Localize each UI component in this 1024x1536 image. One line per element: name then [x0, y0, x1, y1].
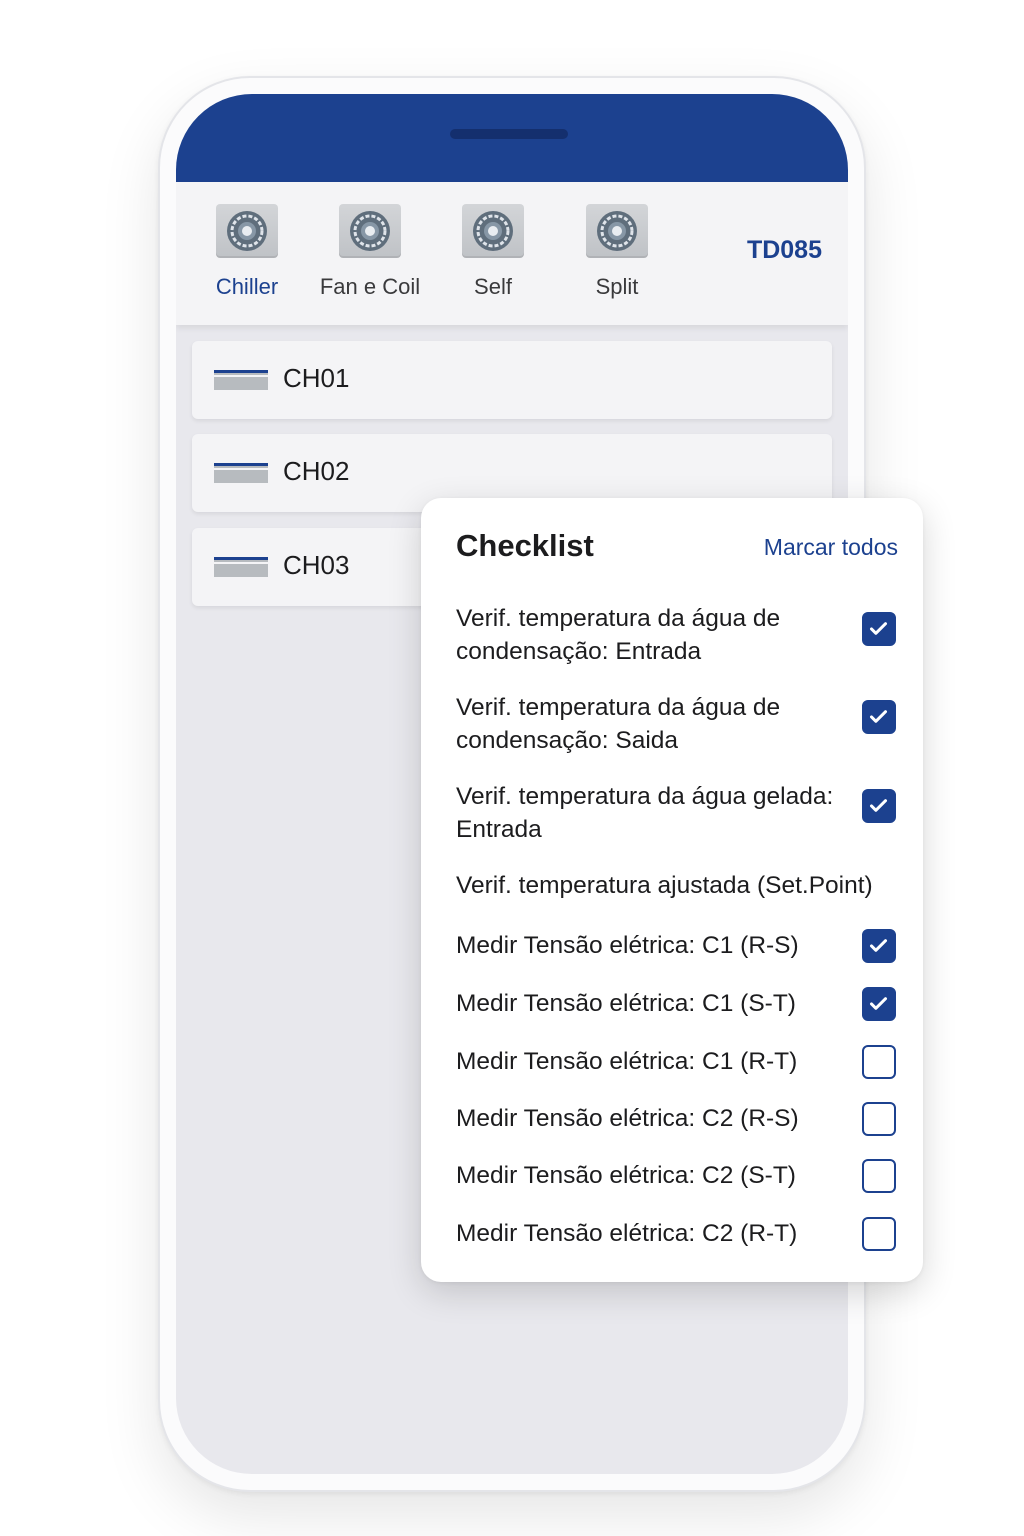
equipment-icon	[214, 557, 268, 577]
category-label: Split	[595, 274, 639, 299]
checkmark-icon	[870, 799, 887, 812]
unit-label: CH02	[283, 456, 350, 486]
mark-all-button[interactable]: Marcar todos	[764, 534, 898, 561]
fan-unit-icon	[462, 204, 524, 258]
checkbox[interactable]	[862, 929, 896, 963]
checkmark-icon	[870, 622, 887, 635]
category-label: Self	[474, 274, 512, 299]
category-tab-fan-e-coil[interactable]: Fan e Coil	[310, 204, 430, 300]
top-bar	[176, 94, 848, 182]
checkbox[interactable]	[862, 789, 896, 823]
category-tab-split[interactable]: Split	[557, 204, 677, 300]
fan-unit-icon	[339, 204, 401, 258]
checklist-item-label: Medir Tensão elétrica: C2 (R-S)	[456, 1105, 799, 1132]
checklist-item-label: Verif. temperatura da água gelada: Entra…	[456, 783, 834, 843]
checklist-item-label: Verif. temperatura da água de condensaçã…	[456, 694, 781, 754]
category-tab-self[interactable]: Self	[433, 204, 553, 300]
category-label: Chiller	[215, 274, 279, 299]
checkmark-icon	[870, 997, 887, 1010]
location-tag: TD085	[746, 236, 822, 264]
unit-row-ch01[interactable]: CH01	[192, 341, 832, 419]
checkbox[interactable]	[862, 1159, 896, 1193]
fan-unit-icon	[586, 204, 648, 258]
category-tab-chiller[interactable]: Chiller	[187, 204, 307, 300]
checkbox[interactable]	[862, 1045, 896, 1079]
equipment-icon	[214, 370, 268, 390]
equipment-icon	[214, 463, 268, 483]
checklist-item-label: Verif. temperatura ajustada (Set.Point)	[456, 872, 873, 899]
unit-label: CH01	[283, 363, 350, 393]
checkmark-icon	[870, 939, 887, 952]
checklist-item-label: Medir Tensão elétrica: C2 (S-T)	[456, 1162, 796, 1189]
category-label: Fan e Coil	[319, 274, 421, 299]
speaker-notch	[450, 129, 568, 139]
checkbox[interactable]	[862, 612, 896, 646]
checkbox[interactable]	[862, 1217, 896, 1251]
fan-unit-icon	[216, 204, 278, 258]
checklist-panel: Checklist Marcar todos Verif. temperatur…	[421, 498, 923, 1282]
checklist-item-label: Medir Tensão elétrica: C1 (R-T)	[456, 1048, 798, 1075]
checklist-item-label: Medir Tensão elétrica: C1 (R-S)	[456, 932, 799, 959]
checklist-item-label: Medir Tensão elétrica: C1 (S-T)	[456, 990, 796, 1017]
checkmark-icon	[870, 710, 887, 723]
checkbox[interactable]	[862, 1102, 896, 1136]
checkbox[interactable]	[862, 700, 896, 734]
checklist-title: Checklist	[456, 528, 594, 563]
checkbox[interactable]	[862, 987, 896, 1021]
checklist-item-label: Medir Tensão elétrica: C2 (R-T)	[456, 1220, 798, 1247]
unit-label: CH03	[283, 550, 350, 580]
checklist-item-label: Verif. temperatura da água de condensaçã…	[456, 605, 781, 665]
category-bar: Chiller Fan e Coil Self Split TD085	[176, 182, 848, 325]
